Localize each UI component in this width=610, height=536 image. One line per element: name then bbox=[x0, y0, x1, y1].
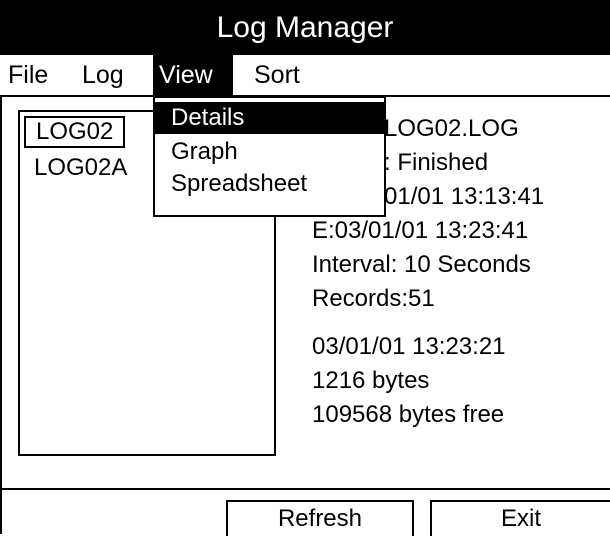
refresh-button-label: Refresh bbox=[277, 505, 363, 532]
menu-file[interactable]: File bbox=[2, 55, 54, 95]
list-item-log02a[interactable]: LOG02A bbox=[24, 152, 137, 184]
menu-sort[interactable]: Sort bbox=[248, 55, 306, 95]
window-title-text: Log Manager bbox=[216, 10, 394, 44]
details-size: 1216 bytes bbox=[312, 367, 430, 394]
details-gap bbox=[312, 316, 544, 330]
menu-view[interactable]: View bbox=[153, 55, 233, 95]
view-menu-dropdown: Details Graph Spreadsheet bbox=[153, 96, 386, 217]
details-end: E:03/01/01 13:23:41 bbox=[312, 217, 529, 244]
menu-log[interactable]: Log bbox=[76, 55, 130, 95]
details-records: Records:51 bbox=[312, 285, 435, 312]
view-menu-details[interactable]: Details bbox=[155, 102, 384, 134]
view-menu-spreadsheet[interactable]: Spreadsheet bbox=[155, 166, 384, 198]
details-interval: Interval: 10 Seconds bbox=[312, 251, 531, 278]
details-free: 109568 bytes free bbox=[312, 401, 505, 428]
menu-bar: File Log View Sort bbox=[0, 55, 610, 97]
exit-button[interactable]: Exit bbox=[430, 500, 610, 536]
exit-button-label: Exit bbox=[500, 505, 541, 532]
refresh-button[interactable]: Refresh bbox=[226, 500, 414, 536]
window-title: Log Manager bbox=[0, 0, 610, 55]
details-modified: 03/01/01 13:23:21 bbox=[312, 333, 506, 360]
softkey-separator bbox=[0, 488, 610, 490]
list-item-log02[interactable]: LOG02 bbox=[24, 116, 126, 148]
